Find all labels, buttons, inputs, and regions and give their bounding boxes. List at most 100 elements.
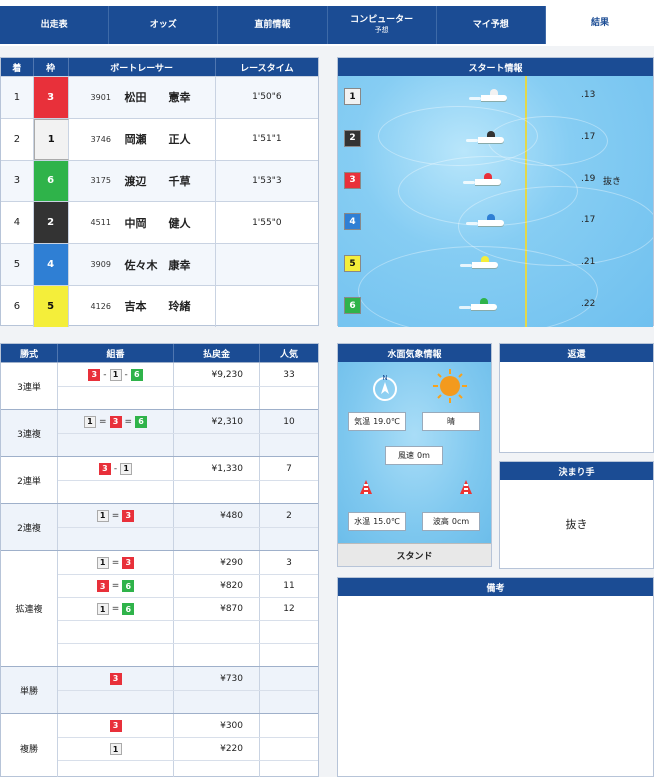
weather-area: N 気温 19.0℃ 晴 風速 0m 水温 15.0℃ 波高 0cm [338, 362, 491, 545]
combo-lane-badge: 6 [122, 580, 135, 592]
payout-amount [174, 434, 260, 456]
air-temp-value: 19.0℃ [373, 417, 400, 426]
payout-line [58, 690, 318, 713]
result-waku: 4 [33, 244, 69, 285]
combo-lane-badge: 1 [109, 368, 122, 381]
top-nav: 出走表 オッズ 直前情報 コンピューター 予想 マイ予想 結果 [0, 0, 654, 46]
combo-separator: = [111, 604, 120, 614]
boat-icon [460, 256, 498, 269]
payout-group: 単勝 3 ¥730 [1, 666, 318, 713]
racer-name[interactable]: 中岡 健人 [125, 215, 191, 231]
start-timing: .22 [581, 299, 596, 309]
payout-bet-type: 複勝 [1, 714, 58, 777]
results-header: 着 枠 ボートレーサー レースタイム [1, 58, 318, 76]
nav-tab-2[interactable]: 直前情報 [218, 6, 328, 44]
payout-line: 1 = 6 ¥870 12 [58, 597, 318, 620]
combo-separator: = [111, 557, 120, 568]
boat-wake [466, 138, 478, 142]
payout-header: 勝式 組番 払戻金 人気 [1, 344, 318, 362]
buoy-left-icon [360, 480, 372, 494]
header-racer: ボートレーサー [69, 58, 216, 76]
payout-group: 3連単 3-1-6 ¥9,230 33 [1, 362, 318, 409]
payout-amount: ¥9,230 [174, 363, 260, 386]
payout-popularity [260, 387, 318, 409]
payout-combination [58, 691, 174, 713]
result-racer: 4126 吉本 玲緒 [69, 285, 216, 327]
payout-combination [58, 387, 174, 409]
refund-title: 返還 [500, 344, 653, 362]
nav-tab-label: 出走表 [40, 19, 68, 30]
start-lane-badge: 2 [344, 129, 361, 147]
start-row-lane-4: 4.17 [338, 201, 653, 242]
wind-value: 0m [417, 451, 430, 460]
sun-icon [433, 369, 467, 403]
payout-combination [58, 434, 174, 456]
boat-wake [469, 97, 481, 100]
nav-tab-4[interactable]: マイ予想 [437, 6, 546, 44]
combo-lane-badge: 6 [122, 603, 135, 615]
combo-lane-badge: 3 [88, 368, 101, 381]
payout-amount: ¥300 [174, 714, 260, 737]
payout-bet-type: 3連複 [1, 410, 58, 456]
payout-line [58, 386, 318, 409]
air-temp-box: 気温 19.0℃ [348, 412, 406, 431]
combo-lane-badge: 3 [122, 509, 135, 522]
wind-label: 風速 [398, 451, 415, 460]
result-row: 6 5 4126 吉本 玲緒 [1, 284, 318, 327]
payout-line [58, 760, 318, 777]
result-racer: 3909 佐々木 康幸 [69, 244, 216, 285]
payout-combination [58, 621, 174, 643]
wave-value: 0cm [451, 517, 470, 526]
payout-line: 3 = 6 ¥820 11 [58, 574, 318, 597]
result-race-time: 1'55"0 [252, 217, 282, 228]
result-waku: 5 [33, 285, 69, 327]
boat-wake [459, 306, 471, 309]
payout-popularity [260, 528, 318, 550]
payout-group: 拡連複 1 = 3 ¥290 3 3 = 6 ¥820 11 1 = 6 ¥870 12 [1, 550, 318, 666]
racer-name[interactable]: 岡瀬 正人 [125, 131, 191, 147]
payout-amount: ¥820 [174, 575, 260, 597]
payout-bet-type: 2連単 [1, 457, 58, 503]
nav-tab-5[interactable]: 結果 [545, 2, 654, 44]
winning-technique-panel: 決まり手 抜き [499, 461, 654, 569]
result-row: 4 2 4511 中岡 健人 1'55"0 [1, 201, 318, 244]
combo-lane-badge: 6 [135, 415, 148, 428]
racer-name[interactable]: 松田 憲幸 [125, 89, 191, 105]
wave-label: 波高 [432, 517, 449, 526]
result-racer: 3746 岡瀬 正人 [69, 118, 216, 160]
start-lane-badge: 3 [344, 171, 361, 189]
combo-lane-badge: 1 [83, 415, 96, 428]
racer-name[interactable]: 佐々木 康幸 [125, 257, 191, 273]
start-row-lane-1: 1.13 [338, 76, 653, 117]
boat-wake [463, 180, 475, 184]
result-row: 2 1 3746 岡瀬 正人 1'51"1 [1, 117, 318, 160]
payout-amount [174, 621, 260, 643]
remarks-title: 備考 [338, 578, 653, 596]
start-water-area: 1.13 2.17 3.19 抜き 4.17 5.21 6.22 [338, 76, 653, 327]
start-row-lane-2: 2.17 [338, 118, 653, 159]
boat-hull [475, 178, 501, 185]
nav-tab-0[interactable]: 出走表 [0, 6, 110, 44]
payout-amount [174, 481, 260, 503]
combo-lane-badge: 3 [122, 556, 135, 569]
payout-amount: ¥290 [174, 551, 260, 574]
boat-hull [472, 262, 498, 269]
payout-amount: ¥1,330 [174, 457, 260, 480]
racer-name[interactable]: 渡辺 千草 [125, 173, 191, 189]
nav-tab-1[interactable]: オッズ [109, 6, 219, 44]
header-combination: 組番 [58, 344, 174, 362]
boat-hull [471, 304, 497, 310]
nav-tab-3[interactable]: コンピューター 予想 [328, 6, 437, 44]
payout-popularity [260, 644, 318, 666]
payout-combination [58, 528, 174, 550]
boat-hull [478, 220, 504, 227]
payout-popularity: 10 [283, 416, 295, 427]
header-payout: 払戻金 [174, 344, 260, 362]
start-timing: .19 [581, 173, 596, 184]
payout-lines: 3-1-6 ¥9,230 33 [58, 363, 318, 409]
refund-panel: 返還 [499, 343, 654, 453]
nav-tab-label: 直前情報 [254, 19, 291, 30]
result-row: 1 3 3901 松田 憲幸 1'50"6 [1, 76, 318, 118]
payout-combination: 3 [58, 667, 174, 690]
racer-name[interactable]: 吉本 玲緒 [125, 298, 191, 314]
